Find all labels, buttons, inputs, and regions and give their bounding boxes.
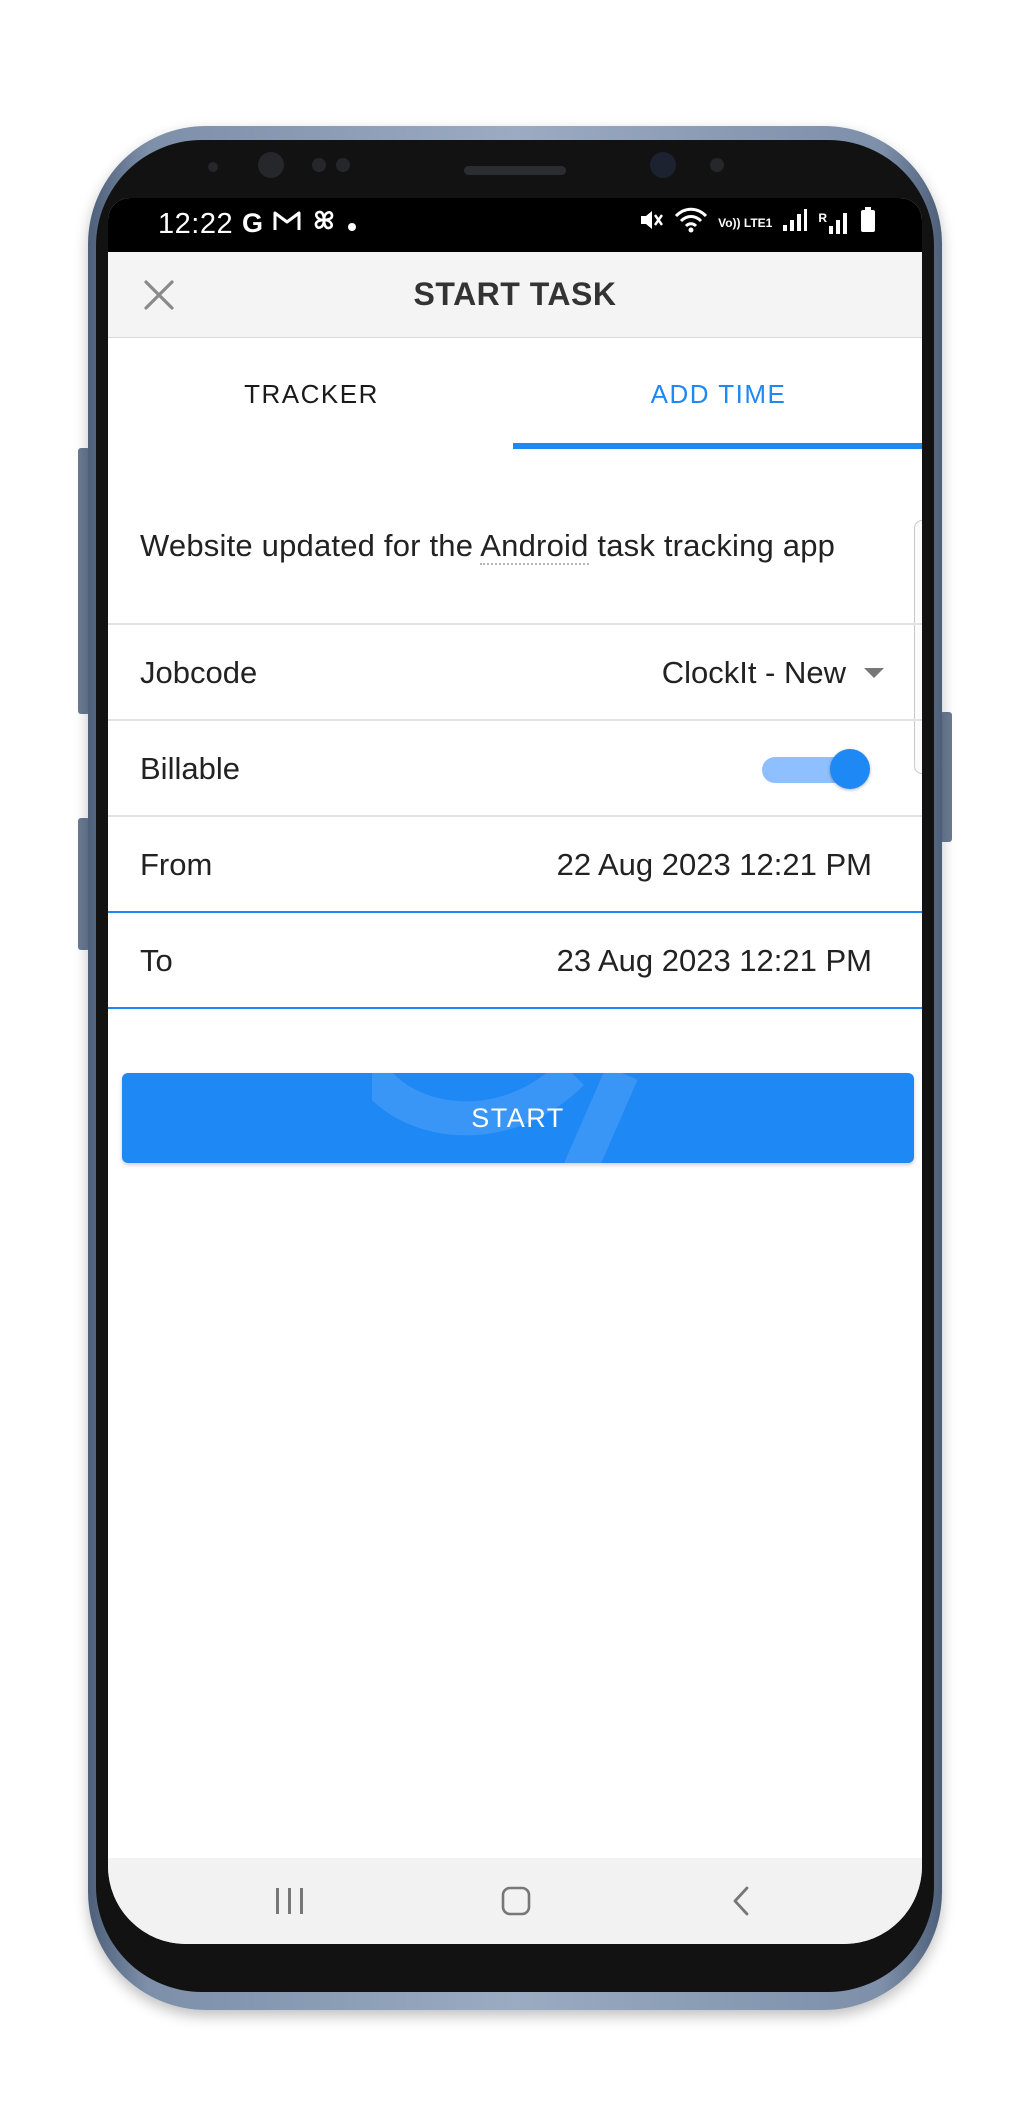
home-button[interactable] <box>488 1876 544 1926</box>
mute-icon <box>638 207 664 239</box>
page-title: START TASK <box>413 276 617 312</box>
spellcheck-underlined-word: Android <box>480 528 589 565</box>
earpiece-speaker <box>464 166 566 175</box>
volte-icon: Vo)) LTE1 <box>718 216 773 230</box>
dropdown-caret-icon <box>864 668 884 678</box>
stage: 12:22 G Vo)) LTE1 R START TASK TRACKER A… <box>0 0 1030 2128</box>
billable-toggle[interactable] <box>760 747 870 791</box>
signal-icon <box>782 208 808 238</box>
back-icon <box>733 1886 749 1916</box>
sensor-dot-icon <box>312 158 326 172</box>
screen: 12:22 G Vo)) LTE1 R START TASK TRACKER A… <box>108 198 922 1944</box>
battery-icon <box>860 207 876 239</box>
task-description-text-end: task tracking app <box>588 528 836 563</box>
toggle-thumb <box>830 749 870 789</box>
tab-tracker[interactable]: TRACKER <box>108 339 515 449</box>
billable-label: Billable <box>140 751 240 786</box>
proximity-sensor-icon <box>258 152 284 178</box>
signal-roaming-icon: R <box>818 211 850 235</box>
sensor-dot-icon <box>336 158 350 172</box>
task-description[interactable]: Website updated for the Android task tra… <box>140 528 900 565</box>
dot-icon <box>347 208 357 239</box>
field-underline <box>108 1007 922 1009</box>
front-camera-icon <box>650 152 676 178</box>
task-description-text: Website updated for the <box>140 528 481 563</box>
status-time: 12:22 <box>158 208 234 240</box>
to-label: To <box>140 943 173 978</box>
from-datetime-field[interactable]: From 22 Aug 2023 12:21 PM <box>108 815 922 911</box>
status-bar: 12:22 G Vo)) LTE1 R <box>108 198 922 252</box>
tab-bar: TRACKER ADD TIME <box>108 339 922 449</box>
tab-active-indicator <box>513 443 922 449</box>
g-icon: G <box>242 208 264 238</box>
to-value: 23 Aug 2023 12:21 PM <box>556 943 872 978</box>
pinwheel-icon <box>311 207 337 240</box>
status-right-icons: Vo)) LTE1 R <box>638 206 876 240</box>
home-icon <box>501 1886 531 1916</box>
jobcode-label: Jobcode <box>140 655 258 690</box>
jobcode-select[interactable]: Jobcode ClockIt - New <box>108 623 922 719</box>
to-datetime-field[interactable]: To 23 Aug 2023 12:21 PM <box>108 911 922 1007</box>
billable-row: Billable <box>108 719 922 815</box>
back-button[interactable] <box>714 1876 770 1926</box>
wifi-icon <box>674 206 708 240</box>
recents-icon <box>276 1888 303 1914</box>
jobcode-value: ClockIt - New <box>661 655 846 690</box>
from-label: From <box>140 847 213 882</box>
app-bar: START TASK <box>108 252 922 338</box>
roaming-label: R <box>818 211 827 225</box>
system-nav-bar <box>108 1858 922 1944</box>
recents-button[interactable] <box>262 1876 318 1926</box>
sensor-dot-icon <box>208 162 218 172</box>
from-value: 22 Aug 2023 12:21 PM <box>556 847 872 882</box>
start-button[interactable]: START <box>122 1073 914 1163</box>
start-button-label: START <box>471 1102 565 1133</box>
status-left-icons: G <box>242 207 357 240</box>
gmail-icon <box>273 208 301 239</box>
tab-add-time[interactable]: ADD TIME <box>515 339 922 449</box>
sensor-dot-icon <box>710 158 724 172</box>
